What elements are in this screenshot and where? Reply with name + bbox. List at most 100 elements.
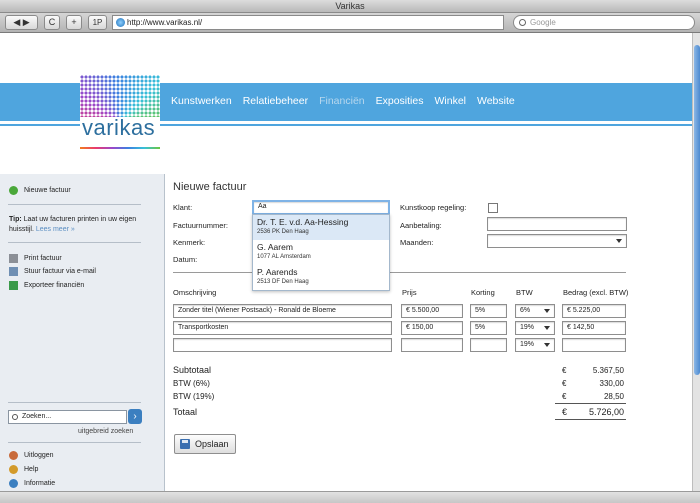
browser-toolbar: ◀ ▶ C + 1P http://www.varikas.nl/ Google <box>0 13 700 33</box>
tip-text: Tip: Laat uw facturen printen in uw eige… <box>9 215 144 235</box>
row1-discount-input[interactable]: 5% <box>470 304 507 318</box>
printer-icon <box>9 254 18 263</box>
row3-amount-input[interactable] <box>562 338 626 352</box>
add-icon <box>9 186 18 195</box>
nav-financien[interactable]: Financiën <box>319 95 365 107</box>
back-forward-buttons[interactable]: ◀ ▶ <box>5 15 38 30</box>
logo-dots-icon <box>80 75 160 117</box>
print-invoice-link[interactable]: Print factuur <box>9 254 62 263</box>
logo-rainbow-bar <box>80 147 160 149</box>
row3-price-input[interactable] <box>401 338 463 352</box>
option-address: 1077 AL Amsterdam <box>257 254 311 260</box>
main-nav: Kunstwerken Relatiebeheer Financiën Expo… <box>171 95 526 107</box>
email-invoice-label: Stuur factuur via e-mail <box>24 268 96 275</box>
vat19-label: BTW (19%) <box>173 392 215 401</box>
plus-icon: + <box>71 17 77 27</box>
print-invoice-label: Print factuur <box>24 255 62 262</box>
row2-vat-select[interactable]: 19% <box>515 321 555 335</box>
export-finance-label: Exporteer financiën <box>24 282 85 289</box>
forward-icon[interactable]: ▶ <box>23 17 30 27</box>
option-address: 2536 PK Den Haag <box>257 229 309 235</box>
nav-kunstwerken[interactable]: Kunstwerken <box>171 95 232 107</box>
col-omschrijving: Omschrijving <box>173 288 217 297</box>
row1-price-input[interactable]: € 5.500,00 <box>401 304 463 318</box>
reload-icon: C <box>48 17 56 27</box>
browser-search-field[interactable]: Google <box>513 15 695 30</box>
klant-input[interactable]: Aa <box>252 200 390 215</box>
nav-website[interactable]: Website <box>477 95 515 107</box>
autocomplete-option[interactable]: G. Aarem 1077 AL Amsterdam <box>253 240 389 265</box>
globe-icon <box>116 18 125 27</box>
vat19-value: 28,50 <box>603 392 624 401</box>
col-btw: BTW <box>516 288 533 297</box>
scroll-thumb[interactable] <box>694 45 700 375</box>
subtotal-value: 5.367,50 <box>592 366 624 375</box>
help-link[interactable]: Help <box>9 465 38 474</box>
row1-vat-select[interactable]: 6% <box>515 304 555 318</box>
divider <box>8 204 141 205</box>
add-bookmark-button[interactable]: + <box>66 15 82 30</box>
vat6-currency: € <box>562 379 567 388</box>
address-bar[interactable]: http://www.varikas.nl/ <box>112 15 504 30</box>
maanden-select[interactable] <box>487 234 627 248</box>
vat6-label: BTW (6%) <box>173 379 210 388</box>
info-link[interactable]: Informatie <box>9 479 55 488</box>
kunstkoop-checkbox[interactable] <box>488 203 498 213</box>
row2-description-input[interactable]: Transportkosten <box>173 321 392 335</box>
row3-vat-select[interactable]: 19% <box>515 338 555 352</box>
advanced-search-link[interactable]: uitgebreid zoeken <box>78 428 133 435</box>
tip-heading: Tip: <box>9 216 22 223</box>
vat19-currency: € <box>562 392 567 401</box>
sidebar-search-placeholder: Zoeken... <box>22 413 52 420</box>
read-more-link[interactable]: Lees meer » <box>36 226 75 233</box>
envelope-icon <box>9 267 18 276</box>
save-button[interactable]: Opslaan <box>174 434 236 454</box>
search-go-button[interactable]: › <box>128 409 142 424</box>
nav-winkel[interactable]: Winkel <box>434 95 466 107</box>
autocomplete-option[interactable]: P. Aarends 2513 DF Den Haag <box>253 265 389 290</box>
new-invoice-link[interactable]: Nieuwe factuur <box>9 186 71 195</box>
vertical-scrollbar[interactable] <box>692 33 700 491</box>
row1-description-input[interactable]: Zonder titel (Wiener Postsack) - Ronald … <box>173 304 392 318</box>
nav-exposities[interactable]: Exposities <box>376 95 424 107</box>
datum-label: Datum: <box>173 255 198 264</box>
maanden-label: Maanden: <box>400 238 434 247</box>
search-icon <box>519 19 526 26</box>
nav-relatiebeheer[interactable]: Relatiebeheer <box>243 95 308 107</box>
chevron-down-icon <box>616 239 622 243</box>
browser-search-placeholder: Google <box>530 18 556 27</box>
col-bedrag: Bedrag (excl. BTW) <box>563 288 629 297</box>
klant-autocomplete: Dr. T. E. v.d. Aa-Hessing 2536 PK Den Ha… <box>252 214 390 291</box>
reload-button[interactable]: C <box>44 15 60 30</box>
status-bar <box>0 491 700 503</box>
row3-discount-input[interactable] <box>470 338 507 352</box>
export-finance-link[interactable]: Exporteer financiën <box>9 281 84 290</box>
aanbetaling-input[interactable] <box>487 217 627 231</box>
row3-description-input[interactable] <box>173 338 392 352</box>
option-name: G. Aarem <box>257 242 293 252</box>
row1-amount-input[interactable]: € 5.225,00 <box>562 304 626 318</box>
back-icon[interactable]: ◀ <box>13 17 20 27</box>
subtotal-label: Subtotaal <box>173 365 212 375</box>
sidebar-search-input[interactable]: Zoeken... <box>8 410 127 424</box>
divider <box>173 272 626 273</box>
row2-amount-input[interactable]: € 142,50 <box>562 321 626 335</box>
subtotal-currency: € <box>562 366 567 375</box>
spreadsheet-icon <box>9 281 18 290</box>
logout-link[interactable]: Uitloggen <box>9 451 54 460</box>
row1-vat-value: 6% <box>520 307 531 314</box>
onepassword-button[interactable]: 1P <box>88 15 107 30</box>
row2-discount-input[interactable]: 5% <box>470 321 507 335</box>
page-title: Nieuwe factuur <box>173 181 247 193</box>
autocomplete-option[interactable]: Dr. T. E. v.d. Aa-Hessing 2536 PK Den Ha… <box>253 215 389 240</box>
factuurnummer-label: Factuurnummer: <box>173 221 229 230</box>
window-title: Varikas <box>0 0 700 13</box>
row2-price-input[interactable]: € 150,00 <box>401 321 463 335</box>
row2-vat-value: 19% <box>520 324 535 331</box>
col-prijs: Prijs <box>402 288 417 297</box>
email-invoice-link[interactable]: Stuur factuur via e-mail <box>9 267 96 276</box>
logo[interactable]: varikas <box>80 75 160 153</box>
help-icon <box>9 465 18 474</box>
logo-text: varikas <box>82 115 156 140</box>
total-label: Totaal <box>173 407 198 417</box>
